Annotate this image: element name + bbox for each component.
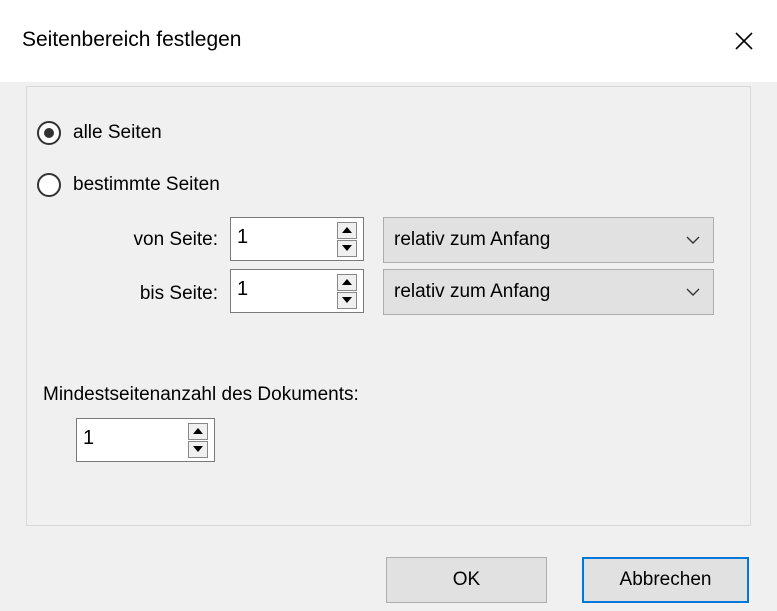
arrow-up-icon bbox=[342, 227, 352, 233]
min-pages-spinbox bbox=[76, 418, 215, 462]
from-page-label: von Seite: bbox=[133, 229, 219, 250]
from-page-up-button[interactable] bbox=[337, 221, 357, 239]
from-page-relative-select[interactable]: relativ zum Anfang bbox=[383, 217, 714, 263]
to-page-relative-value: relativ zum Anfang bbox=[394, 281, 551, 302]
ok-button[interactable]: OK bbox=[386, 557, 547, 603]
arrow-up-icon bbox=[342, 279, 352, 285]
arrow-up-icon bbox=[193, 428, 203, 434]
all-pages-label: alle Seiten bbox=[73, 122, 162, 143]
to-page-input[interactable] bbox=[231, 274, 337, 304]
dialog-title: Seitenbereich festlegen bbox=[22, 28, 242, 51]
close-button[interactable] bbox=[711, 0, 777, 82]
from-page-spinbox bbox=[230, 217, 364, 261]
to-page-spinbox bbox=[230, 269, 364, 313]
min-pages-up-button[interactable] bbox=[188, 422, 208, 440]
min-pages-spin-buttons bbox=[188, 419, 208, 461]
all-pages-radio[interactable] bbox=[37, 121, 61, 145]
from-page-down-button[interactable] bbox=[337, 239, 357, 257]
specific-pages-radio[interactable] bbox=[37, 173, 61, 197]
specific-pages-option[interactable]: bestimmte Seiten bbox=[37, 173, 220, 197]
arrow-down-icon bbox=[342, 297, 352, 303]
page-range-dialog: Seitenbereich festlegen alle Seiten best… bbox=[0, 0, 777, 611]
min-pages-label: Mindestseitenanzahl des Dokuments: bbox=[43, 384, 359, 405]
to-page-spin-buttons bbox=[337, 270, 357, 312]
close-icon bbox=[735, 32, 753, 50]
from-page-spin-buttons bbox=[337, 218, 357, 260]
from-page-input[interactable] bbox=[231, 222, 337, 252]
to-page-label: bis Seite: bbox=[139, 283, 218, 304]
arrow-down-icon bbox=[193, 446, 203, 452]
specific-pages-label: bestimmte Seiten bbox=[73, 174, 220, 195]
to-page-down-button[interactable] bbox=[337, 291, 357, 309]
min-pages-down-button[interactable] bbox=[188, 440, 208, 458]
cancel-button[interactable]: Abbrechen bbox=[582, 557, 749, 603]
chevron-down-icon bbox=[673, 236, 713, 244]
to-page-up-button[interactable] bbox=[337, 273, 357, 291]
from-page-relative-value: relativ zum Anfang bbox=[394, 229, 551, 250]
title-bar: Seitenbereich festlegen bbox=[0, 0, 777, 82]
min-pages-input[interactable] bbox=[77, 423, 188, 453]
all-pages-option[interactable]: alle Seiten bbox=[37, 121, 162, 145]
arrow-down-icon bbox=[342, 245, 352, 251]
chevron-down-icon bbox=[673, 288, 713, 296]
to-page-relative-select[interactable]: relativ zum Anfang bbox=[383, 269, 714, 315]
